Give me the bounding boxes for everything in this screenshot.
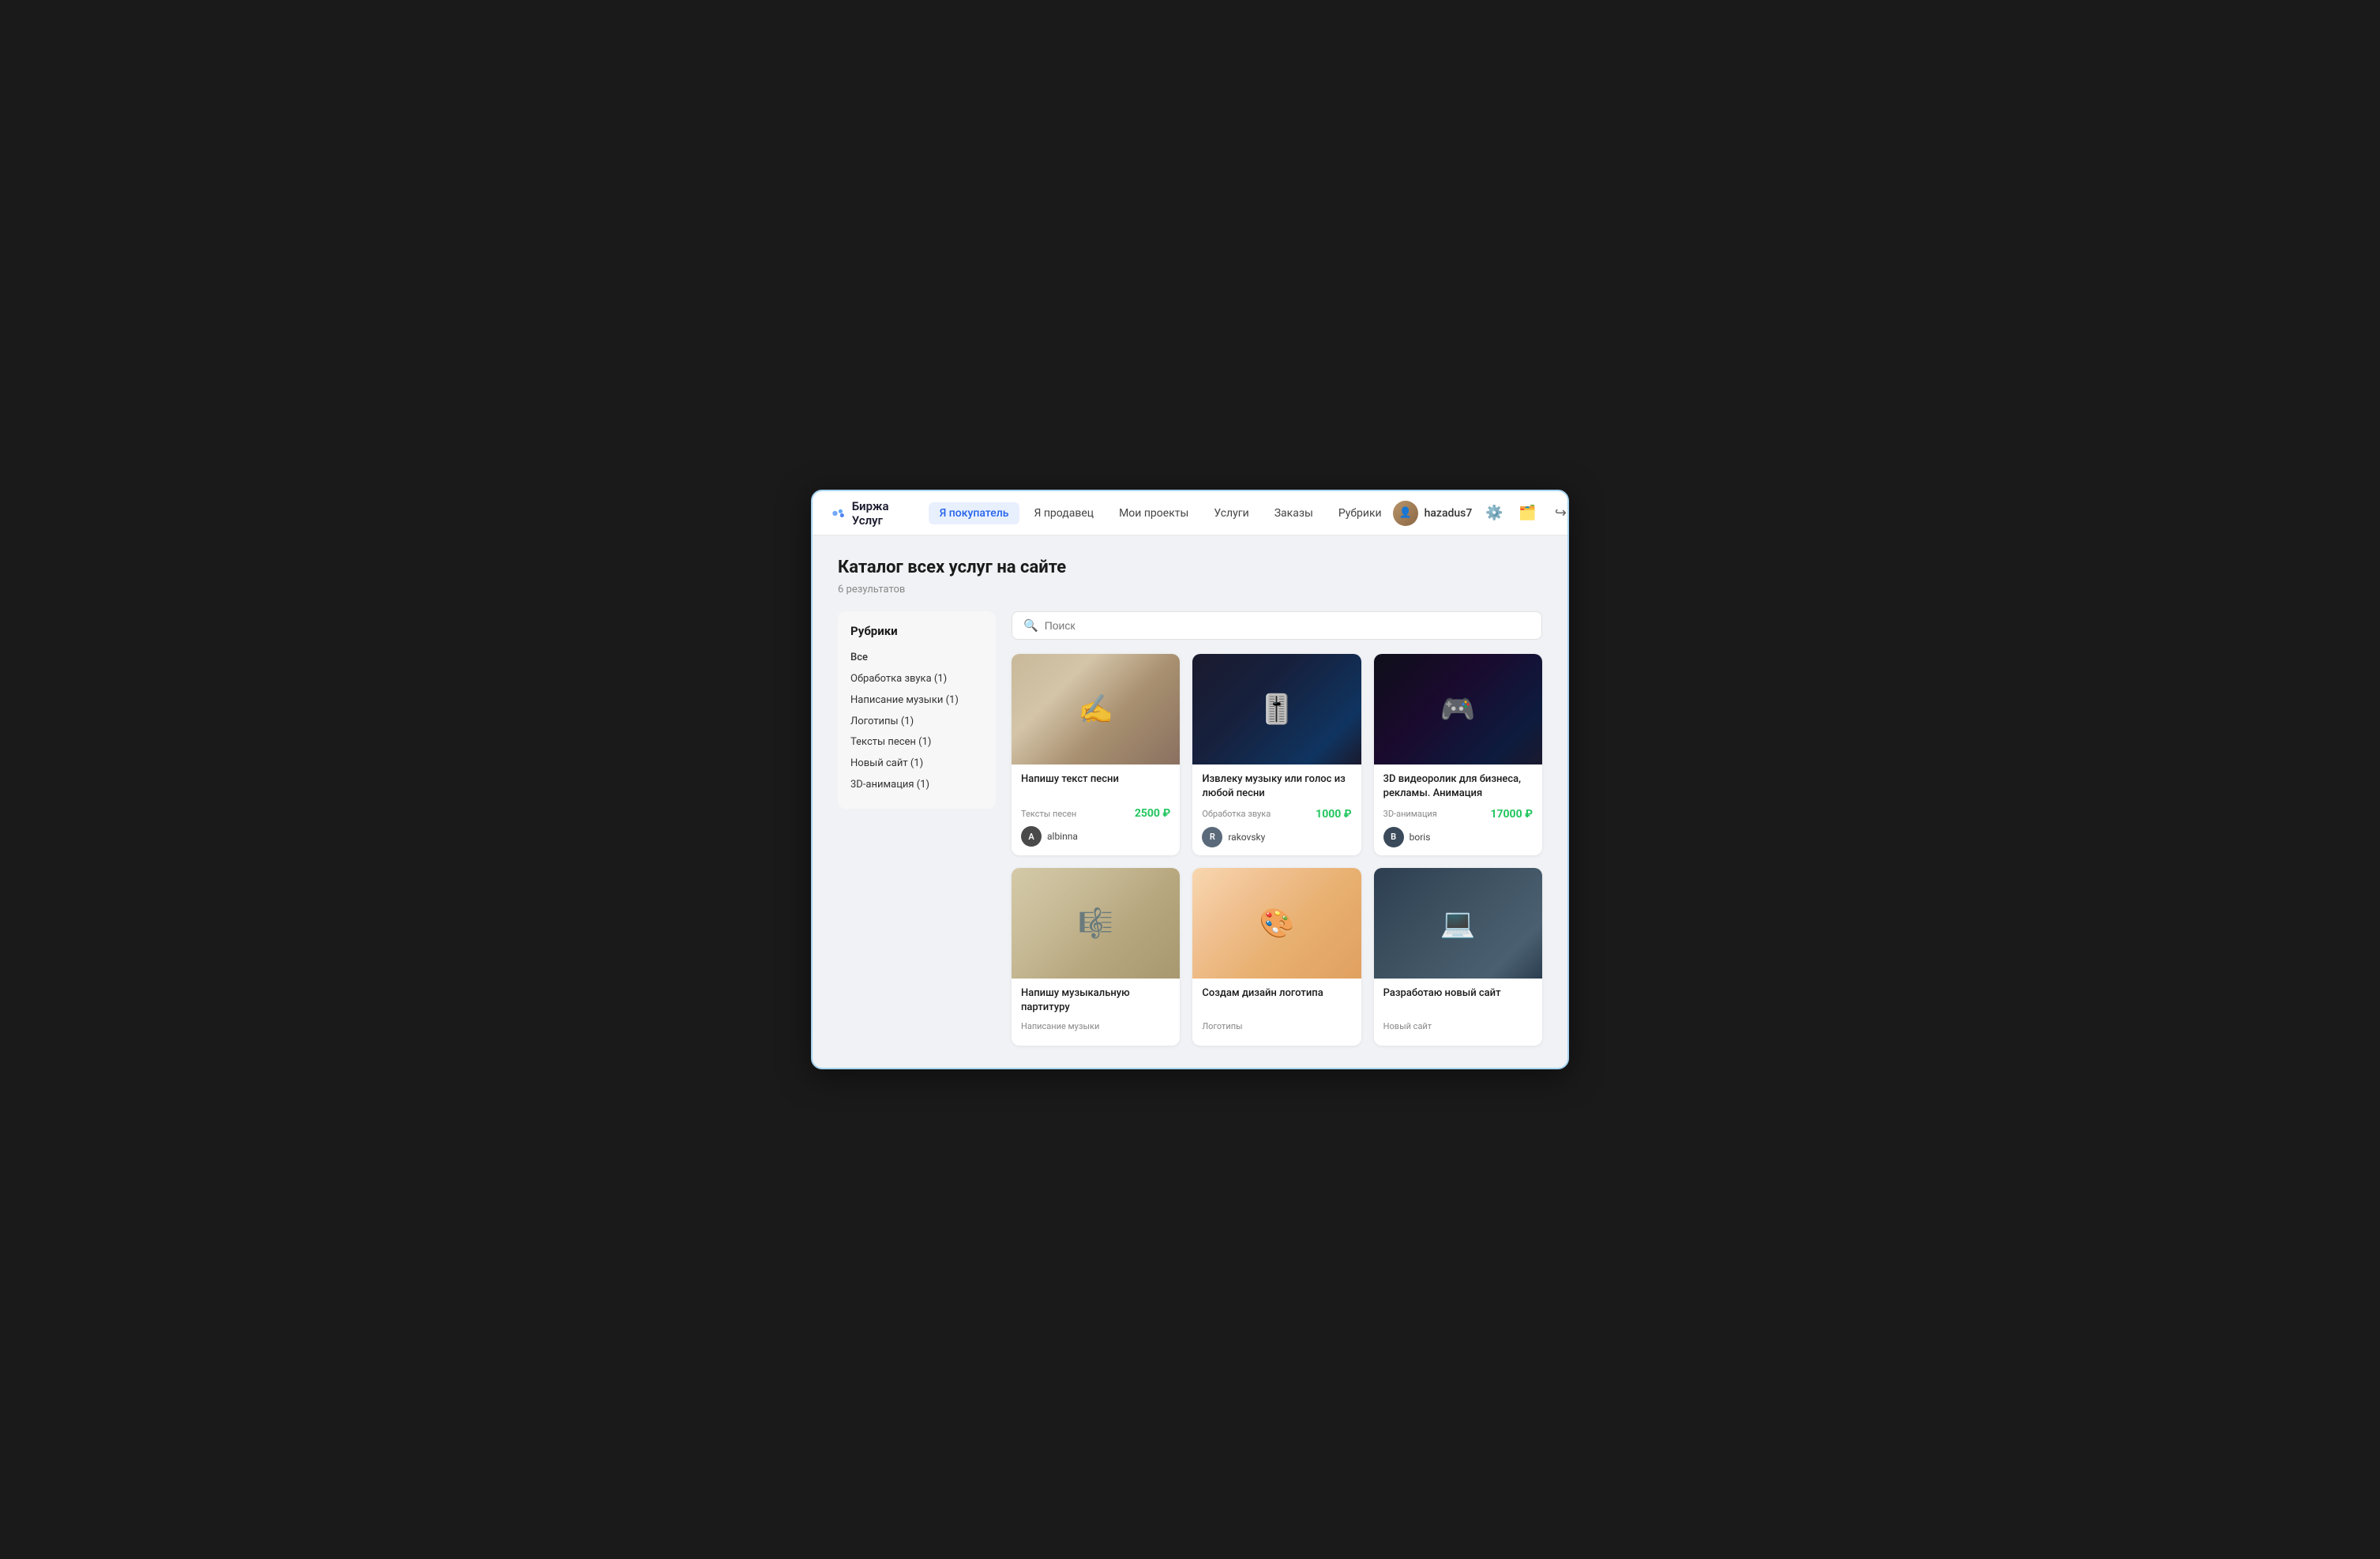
- service-card[interactable]: Напишу музыкальную партитуру Написание м…: [1012, 868, 1180, 1046]
- sidebar-item-music[interactable]: Написание музыки (1): [850, 690, 983, 712]
- service-card[interactable]: Извлеку музыку или голос из любой песни …: [1192, 654, 1361, 855]
- card-category: 3D-анимация: [1383, 809, 1437, 819]
- service-card[interactable]: Разработаю новый сайт Новый сайт: [1374, 868, 1542, 1046]
- search-input[interactable]: [1045, 619, 1530, 632]
- nav-links: Я покупатель Я продавец Мои проекты Услу…: [929, 502, 1393, 524]
- card-body: Разработаю новый сайт Новый сайт: [1374, 979, 1542, 1046]
- sidebar-item-logos[interactable]: Логотипы (1): [850, 712, 983, 733]
- card-meta: Тексты песен 2500 ₽: [1021, 807, 1170, 820]
- wallet-icon[interactable]: 🗂️: [1516, 502, 1538, 524]
- user-info[interactable]: 👤 hazadus7: [1393, 501, 1473, 526]
- nav-services[interactable]: Услуги: [1203, 502, 1259, 524]
- card-seller: B boris: [1383, 827, 1533, 847]
- service-image: [1012, 868, 1180, 979]
- services-grid: Напишу текст песни Тексты песен 2500 ₽ A…: [1012, 654, 1542, 1046]
- main-content: Каталог всех услуг на сайте 6 результато…: [813, 535, 1567, 1068]
- card-title: 3D видеоролик для бизнеса, рекламы. Аним…: [1383, 772, 1533, 801]
- card-body: Извлеку музыку или голос из любой песни …: [1192, 764, 1361, 855]
- avatar: 👤: [1393, 501, 1418, 526]
- card-seller: R rakovsky: [1202, 827, 1351, 847]
- card-price: 1000 ₽: [1316, 808, 1352, 821]
- card-title: Напишу музыкальную партитуру: [1021, 986, 1170, 1015]
- card-category: Обработка звука: [1202, 809, 1271, 819]
- seller-avatar: A: [1021, 826, 1042, 847]
- service-image: [1374, 654, 1542, 764]
- logout-icon[interactable]: ↪: [1549, 502, 1569, 524]
- logo-icon: [831, 505, 846, 522]
- nav-seller[interactable]: Я продавец: [1023, 502, 1105, 524]
- sidebar-title: Рубрики: [850, 624, 983, 638]
- logo[interactable]: Биржа Услуг: [831, 499, 897, 528]
- search-icon: 🔍: [1023, 618, 1038, 633]
- card-category: Написание музыки: [1021, 1021, 1099, 1031]
- sidebar-item-sound[interactable]: Обработка звука (1): [850, 669, 983, 690]
- username: hazadus7: [1425, 507, 1473, 520]
- service-image: [1192, 654, 1361, 764]
- card-category: Новый сайт: [1383, 1021, 1432, 1031]
- seller-avatar: R: [1202, 827, 1222, 847]
- search-bar: 🔍: [1012, 611, 1542, 640]
- service-image: [1374, 868, 1542, 979]
- card-category: Тексты песен: [1021, 809, 1076, 819]
- card-title: Создам дизайн логотипа: [1202, 986, 1351, 1015]
- card-body: 3D видеоролик для бизнеса, рекламы. Аним…: [1374, 764, 1542, 855]
- seller-avatar: B: [1383, 827, 1404, 847]
- settings-icon[interactable]: ⚙️: [1483, 502, 1505, 524]
- card-meta: 3D-анимация 17000 ₽: [1383, 808, 1533, 821]
- nav-orders[interactable]: Заказы: [1263, 502, 1324, 524]
- card-title: Разработаю новый сайт: [1383, 986, 1533, 1015]
- sidebar-item-website[interactable]: Новый сайт (1): [850, 753, 983, 775]
- result-count: 6 результатов: [838, 584, 1542, 595]
- seller-name: albinna: [1047, 831, 1078, 842]
- card-meta: Логотипы: [1202, 1021, 1351, 1031]
- sidebar-item-all[interactable]: Все: [850, 648, 983, 669]
- logo-text: Биржа Услуг: [852, 499, 897, 528]
- card-meta: Новый сайт: [1383, 1021, 1533, 1031]
- nav-buyer[interactable]: Я покупатель: [929, 502, 1020, 524]
- sidebar-item-3d[interactable]: 3D-анимация (1): [850, 775, 983, 796]
- avatar-image: 👤: [1393, 501, 1418, 526]
- app-window: Биржа Услуг Я покупатель Я продавец Мои …: [811, 490, 1569, 1069]
- navbar: Биржа Услуг Я покупатель Я продавец Мои …: [813, 491, 1567, 535]
- service-card[interactable]: Создам дизайн логотипа Логотипы: [1192, 868, 1361, 1046]
- nav-projects[interactable]: Мои проекты: [1108, 502, 1199, 524]
- card-meta: Обработка звука 1000 ₽: [1202, 808, 1351, 821]
- card-title: Напишу текст песни: [1021, 772, 1170, 801]
- card-category: Логотипы: [1202, 1021, 1242, 1031]
- card-price: 2500 ₽: [1135, 807, 1171, 820]
- nav-rubrics[interactable]: Рубрики: [1327, 502, 1393, 524]
- service-card[interactable]: 3D видеоролик для бизнеса, рекламы. Аним…: [1374, 654, 1542, 855]
- sidebar-item-lyrics[interactable]: Тексты песен (1): [850, 732, 983, 753]
- card-title: Извлеку музыку или голос из любой песни: [1202, 772, 1351, 801]
- seller-name: rakovsky: [1228, 832, 1265, 843]
- card-seller: A albinna: [1021, 826, 1170, 847]
- card-price: 17000 ₽: [1490, 808, 1533, 821]
- card-body: Напишу музыкальную партитуру Написание м…: [1012, 979, 1180, 1046]
- sidebar: Рубрики Все Обработка звука (1) Написани…: [838, 611, 996, 809]
- catalog-area: 🔍 Напишу текст песни Тексты песен 2500 ₽: [1012, 611, 1542, 1046]
- content-layout: Рубрики Все Обработка звука (1) Написани…: [838, 611, 1542, 1046]
- service-card[interactable]: Напишу текст песни Тексты песен 2500 ₽ A…: [1012, 654, 1180, 855]
- service-image: [1012, 654, 1180, 764]
- card-body: Создам дизайн логотипа Логотипы: [1192, 979, 1361, 1046]
- nav-right: 👤 hazadus7 ⚙️ 🗂️ ↪: [1393, 501, 1569, 526]
- seller-name: boris: [1410, 832, 1431, 843]
- service-image: [1192, 868, 1361, 979]
- card-body: Напишу текст песни Тексты песен 2500 ₽ A…: [1012, 764, 1180, 855]
- card-meta: Написание музыки: [1021, 1021, 1170, 1031]
- page-title: Каталог всех услуг на сайте: [838, 558, 1542, 577]
